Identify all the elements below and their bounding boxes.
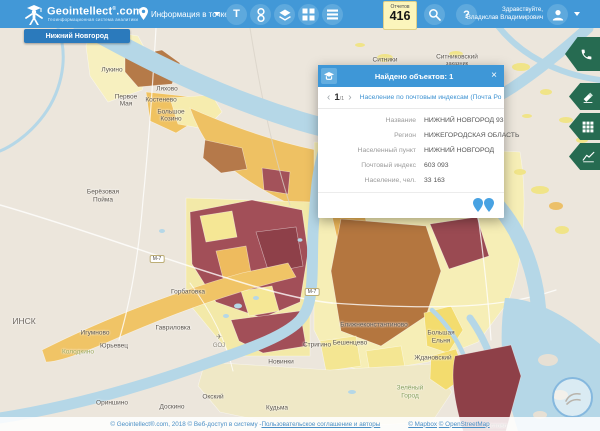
field-row: Почтовый индекс 603 093: [318, 162, 498, 169]
compass-watermark-icon: [562, 387, 584, 409]
logo-wordmark[interactable]: Geointellect®.com: [47, 4, 143, 18]
location-pin-icon: [139, 7, 148, 20]
field-value: 603 093: [424, 162, 449, 169]
field-label: Регион: [318, 132, 416, 139]
popup-pagination: ‹ 1/1 › Население по почтовым индексам (…: [318, 87, 504, 109]
layer-stack-tool-button[interactable]: [322, 4, 343, 25]
popup-title: Найдено объектов: 1: [337, 72, 491, 81]
clusters-tool-button[interactable]: [250, 4, 271, 25]
text-tool-button[interactable]: T: [226, 4, 247, 25]
close-icon[interactable]: ×: [491, 71, 497, 81]
field-row: Население, чел. 33 163: [318, 177, 498, 184]
geointellect-logo-icon: [23, 3, 45, 25]
layers-icon: [278, 8, 292, 22]
field-label: Почтовый индекс: [318, 162, 416, 169]
text-tool-icon: T: [233, 9, 240, 20]
user-menu-chevron-icon[interactable]: [574, 12, 580, 16]
page-indicator: 1/1: [334, 92, 344, 103]
geointellect-app: СитникиСитниковскийзаказникЛукиноЛяховоП…: [0, 0, 600, 431]
phone-icon: [580, 48, 593, 61]
field-value: 33 163: [424, 177, 445, 184]
clusters-icon: [254, 7, 268, 23]
map-canvas[interactable]: [0, 0, 600, 431]
avatar-icon: [551, 8, 565, 22]
map-attribution-control[interactable]: [552, 377, 593, 418]
found-objects-popup: Найдено объектов: 1 × ‹ 1/1 › Население …: [318, 65, 504, 218]
field-row: Регион НИЖЕГОРОДСКАЯ ОБЛАСТЬ: [318, 132, 498, 139]
popup-header: Найдено объектов: 1 ×: [318, 65, 504, 87]
search-button[interactable]: [424, 4, 445, 25]
graduation-cap-icon: [323, 71, 335, 82]
field-label: Населенный пункт: [318, 147, 416, 154]
field-row: Населенный пункт НИЖНИЙ НОВГОРОД: [318, 147, 498, 154]
reports-count: 416: [384, 10, 416, 23]
field-label: Население, чел.: [318, 177, 416, 184]
user-greeting: Здравствуйте, Владислав Владимирович: [443, 6, 543, 22]
chevron-down-icon[interactable]: [214, 12, 220, 16]
layer-stack-icon: [326, 8, 339, 21]
eraser-icon: [582, 91, 594, 103]
layer-link[interactable]: Население по почтовым индексам (Почта Ро: [360, 94, 504, 101]
logo-tagline: Геоинформационная система аналитики: [48, 17, 138, 22]
layers-tool-button[interactable]: [274, 4, 295, 25]
blocks-tool-button[interactable]: [298, 4, 319, 25]
grid-icon: [582, 121, 594, 133]
popup-layer-badge: [321, 68, 337, 84]
blocks-icon: [302, 8, 315, 21]
mapbox-link[interactable]: © Mapbox: [408, 421, 437, 428]
user-avatar[interactable]: [547, 4, 568, 25]
field-value: НИЖЕГОРОДСКАЯ ОБЛАСТЬ: [424, 132, 519, 139]
field-value: НИЖНИЙ НОВГОРОД: [424, 147, 494, 154]
osm-link[interactable]: © OpenStreetMap: [439, 421, 490, 428]
attribution-bar: © Geointellect®.com, 2018 © Веб-доступ в…: [0, 417, 600, 431]
copyright-text: © Geointellect®.com, 2018 © Веб-доступ в…: [110, 421, 261, 428]
greeting-line2: Владислав Владимирович: [443, 14, 543, 22]
object-fields: Название НИЖНИЙ НОВГОРОД 93 Регион НИЖЕГ…: [318, 109, 504, 184]
field-row: Название НИЖНИЙ НОВГОРОД 93: [318, 117, 498, 124]
next-page-button[interactable]: ›: [345, 92, 354, 103]
prev-page-button[interactable]: ‹: [324, 92, 333, 103]
reports-counter[interactable]: Отчетов 416: [383, 1, 417, 30]
user-agreement-link[interactable]: Пользовательское соглашение и авторы: [261, 421, 380, 428]
city-selector-button[interactable]: Нижний Новгород: [24, 29, 130, 43]
map-pins-icon[interactable]: [473, 198, 495, 212]
search-icon: [428, 8, 441, 21]
greeting-line1: Здравствуйте,: [443, 6, 543, 14]
chart-icon: [582, 150, 595, 163]
field-label: Название: [318, 117, 416, 124]
popup-footer: [318, 192, 504, 218]
top-bar: Geointellect®.com Геоинформационная сист…: [0, 0, 600, 28]
field-value: НИЖНИЙ НОВГОРОД 93: [424, 117, 504, 124]
